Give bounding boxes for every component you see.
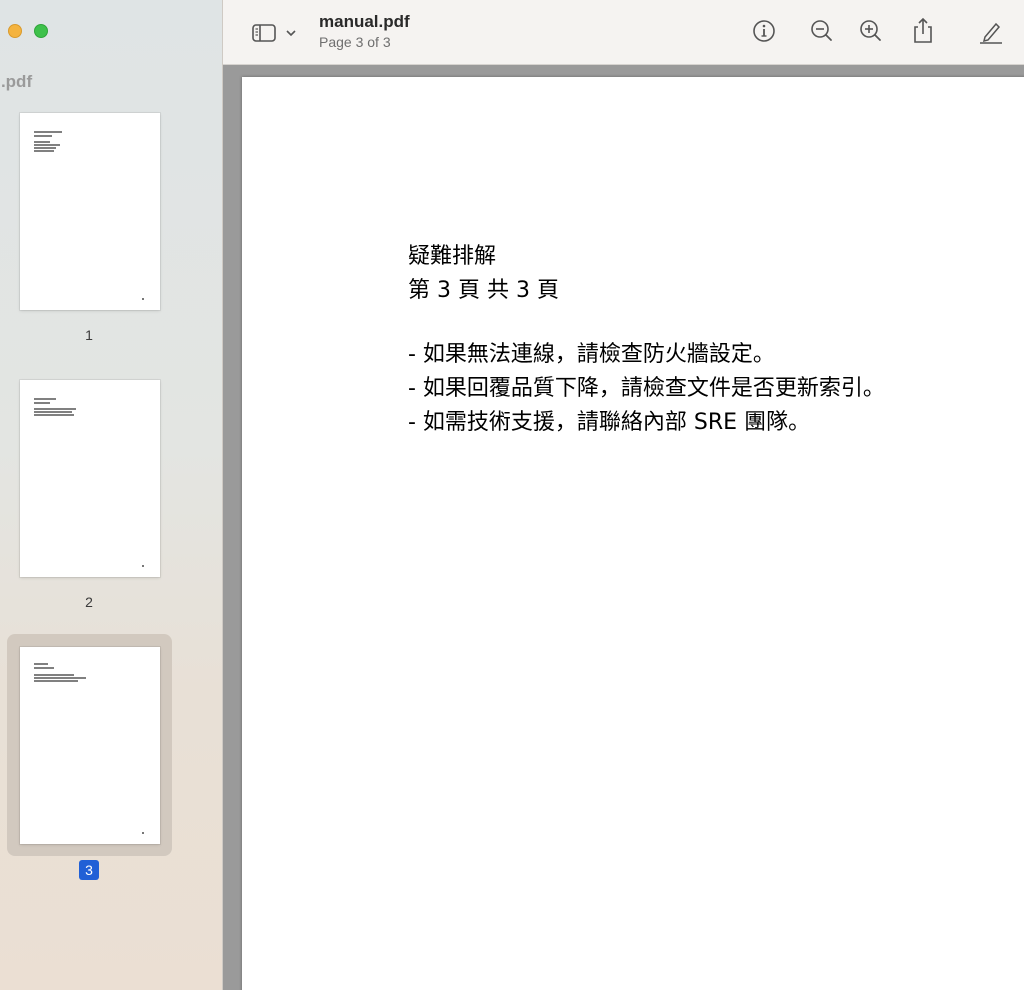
markup-button[interactable] bbox=[977, 16, 1005, 46]
thumbnail-text-line bbox=[34, 144, 60, 146]
thumbnail-text-line bbox=[34, 408, 76, 410]
thumbnail-page-3[interactable] bbox=[20, 647, 160, 844]
thumbnail-text-line bbox=[34, 677, 86, 679]
thumbnail-text-line bbox=[34, 135, 52, 137]
thumbnail-text-line bbox=[34, 667, 54, 669]
content-line: - 如果回覆品質下降，請檢查文件是否更新索引。 bbox=[408, 376, 885, 401]
zoom-out-button[interactable] bbox=[808, 16, 836, 46]
thumbnail-sidebar: nual.pdf 1 2 bbox=[0, 0, 223, 990]
thumbnail-page-2[interactable] bbox=[20, 380, 160, 577]
info-icon bbox=[753, 20, 775, 42]
thumbnail-text-line bbox=[34, 141, 50, 143]
selected-page-badge: 3 bbox=[79, 860, 99, 880]
sidebar-icon bbox=[252, 24, 296, 42]
thumbnail-page-number bbox=[142, 565, 144, 567]
thumbnail-label-3: 3 bbox=[0, 860, 178, 880]
maximize-window-button[interactable] bbox=[34, 24, 48, 38]
preview-window: nual.pdf 1 2 bbox=[0, 0, 1024, 990]
toolbar: manual.pdf Page 3 of 3 bbox=[223, 0, 1024, 65]
thumbnail-page-1[interactable] bbox=[20, 113, 160, 310]
thumbnail-text-line bbox=[34, 663, 48, 665]
thumbnail-text-line bbox=[34, 680, 78, 682]
zoom-in-button[interactable] bbox=[857, 16, 885, 46]
info-button[interactable] bbox=[750, 16, 778, 46]
share-button[interactable] bbox=[909, 16, 937, 46]
zoom-out-icon bbox=[811, 20, 832, 41]
share-icon bbox=[914, 17, 932, 43]
document-viewport[interactable]: 疑難排解 第 3 頁 共 3 頁 - 如果無法連線，請檢查防火牆設定。 - 如果… bbox=[223, 65, 1024, 990]
content-line: - 如需技術支援，請聯絡內部 SRE 團隊。 bbox=[408, 410, 811, 435]
thumbnail-page-number bbox=[142, 832, 144, 834]
thumbnail-text-line bbox=[34, 147, 56, 149]
thumbnail-label-2: 2 bbox=[85, 594, 93, 610]
page-content: 疑難排解 第 3 頁 共 3 頁 - 如果無法連線，請檢查防火牆設定。 - 如果… bbox=[408, 240, 885, 440]
thumbnail-label-1: 1 bbox=[85, 327, 93, 343]
page-counter-text: 第 3 頁 共 3 頁 bbox=[408, 278, 559, 303]
page-heading: 疑難排解 bbox=[408, 244, 497, 269]
thumbnail-text-line bbox=[34, 674, 74, 676]
thumbnail-text-line bbox=[34, 402, 50, 404]
thumbnail-page-number bbox=[142, 298, 144, 300]
zoom-in-icon bbox=[860, 20, 881, 41]
pdf-page: 疑難排解 第 3 頁 共 3 頁 - 如果無法連線，請檢查防火牆設定。 - 如果… bbox=[242, 77, 1024, 990]
document-title: manual.pdf bbox=[319, 12, 410, 31]
thumbnail-text-line bbox=[34, 414, 74, 416]
thumbnail-text-line bbox=[34, 411, 72, 413]
thumbnail-text-line bbox=[34, 131, 62, 133]
sidebar-toggle-button[interactable] bbox=[251, 22, 299, 44]
markup-pen-icon bbox=[980, 22, 1002, 44]
minimize-window-button[interactable] bbox=[8, 24, 22, 38]
thumbnail-text-line bbox=[34, 398, 56, 400]
thumbnail-text-line bbox=[34, 150, 54, 152]
page-indicator: Page 3 of 3 bbox=[319, 34, 391, 50]
content-line: - 如果無法連線，請檢查防火牆設定。 bbox=[408, 342, 775, 367]
sidebar-document-title: nual.pdf bbox=[0, 72, 33, 91]
